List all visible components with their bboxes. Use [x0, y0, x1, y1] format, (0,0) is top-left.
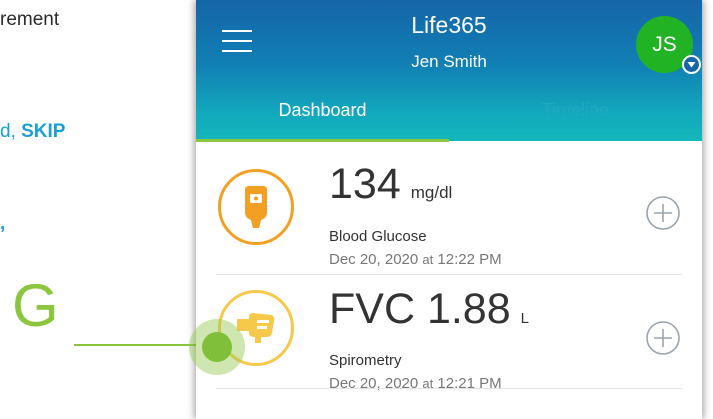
- tab-dashboard[interactable]: Dashboard: [196, 98, 449, 141]
- active-tab-indicator: [196, 139, 449, 142]
- reading-card-spirometry[interactable]: FVC 1.88 L Spirometry Dec 20, 2020 at 12:…: [196, 272, 702, 392]
- glucose-meter-icon: [218, 169, 294, 245]
- tab-timeline[interactable]: Timeline: [449, 98, 702, 141]
- document-text-line: d, SKIP: [0, 121, 65, 143]
- skip-keyword: SKIP: [21, 121, 66, 142]
- reading-value: 134 mg/dl: [329, 160, 453, 208]
- user-name: Jen Smith: [411, 52, 487, 71]
- add-reading-icon[interactable]: [645, 195, 681, 231]
- app-screen: Life365 Jen Smith JS Dashboard Timeline …: [196, 0, 702, 419]
- document-text-line: rement: [0, 9, 60, 30]
- document-text-line: ,: [0, 213, 6, 234]
- reading-timestamp: Dec 20, 2020 at 12:21 PM: [329, 375, 502, 392]
- callout-pointer-dot: [202, 332, 232, 362]
- document-text-fragment: d,: [0, 121, 22, 142]
- chevron-down-icon[interactable]: [682, 55, 701, 74]
- add-reading-icon[interactable]: [645, 320, 681, 356]
- app-title: Life365: [411, 12, 487, 38]
- reading-name: Spirometry: [329, 352, 402, 369]
- callout-letter: G: [12, 272, 59, 339]
- reading-name: Blood Glucose: [329, 228, 427, 245]
- callout-line: [74, 344, 216, 346]
- reading-timestamp: Dec 20, 2020 at 12:22 PM: [329, 251, 502, 268]
- reading-card-blood-glucose[interactable]: 134 mg/dl Blood Glucose Dec 20, 2020 at 1…: [196, 153, 702, 273]
- reading-unit: L: [520, 310, 529, 327]
- reading-value: FVC 1.88 L: [329, 285, 529, 333]
- divider: [216, 388, 682, 389]
- app-header: Life365 Jen Smith JS Dashboard Timeline: [196, 0, 702, 142]
- reading-unit: mg/dl: [410, 183, 453, 202]
